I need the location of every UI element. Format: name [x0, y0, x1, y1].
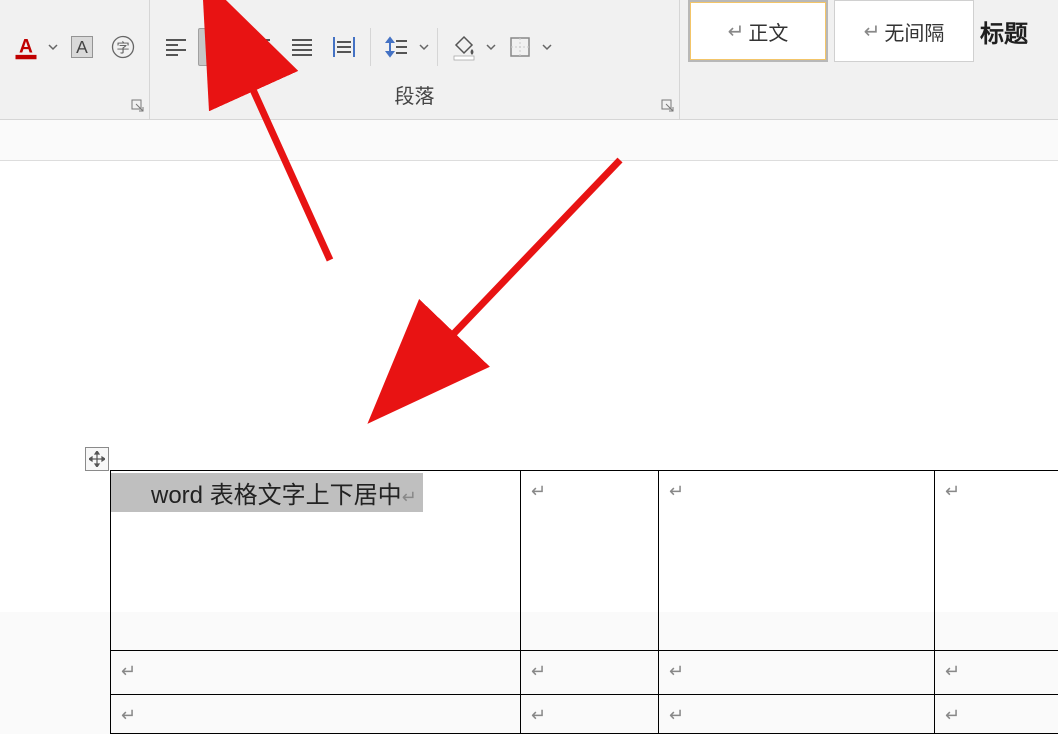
table-cell[interactable]: ↵: [935, 651, 1058, 695]
paragraph-group-launcher[interactable]: [661, 99, 675, 113]
line-spacing-split[interactable]: [377, 28, 431, 66]
table-cell[interactable]: ↵: [111, 651, 521, 695]
document-area: word 表格文字上下居中↵ ↵ ↵ ↵ ↵ ↵ ↵ ↵ ↵ ↵ ↵ ↵: [0, 120, 1058, 612]
style-normal-label: 正文: [748, 17, 788, 46]
paragraph-group: 段落: [150, 0, 680, 119]
paragraph-mark-icon: ↵: [531, 481, 546, 502]
table-row: ↵ ↵ ↵ ↵: [111, 695, 1058, 734]
style-no-spacing[interactable]: ↵ 无间隔: [834, 0, 974, 62]
move-icon: [89, 451, 105, 467]
text-highlight-button[interactable]: A: [62, 28, 102, 66]
style-normal[interactable]: ↵ 正文: [688, 0, 828, 62]
enclose-characters-button[interactable]: 字: [104, 28, 144, 66]
align-left-button[interactable]: [156, 28, 196, 66]
enclose-char-label: 字: [117, 40, 130, 55]
table-cell[interactable]: ↵: [659, 471, 935, 651]
font-color-letter: A: [19, 36, 33, 57]
paragraph-mark-icon: ↵: [531, 705, 546, 726]
table-cell[interactable]: word 表格文字上下居中↵: [111, 471, 521, 651]
paragraph-mark-icon: ↵: [669, 481, 684, 502]
borders-button[interactable]: [500, 28, 540, 66]
font-color-dropdown[interactable]: [46, 42, 60, 52]
table-cell[interactable]: ↵: [935, 471, 1058, 651]
align-distributed-button[interactable]: [324, 28, 364, 66]
ribbon-toolbar: A A 字: [0, 0, 1058, 120]
document-table[interactable]: word 表格文字上下居中↵ ↵ ↵ ↵ ↵ ↵ ↵ ↵ ↵ ↵ ↵ ↵: [110, 470, 1058, 734]
table-row: word 表格文字上下居中↵ ↵ ↵ ↵: [111, 471, 1058, 651]
selected-cell-text[interactable]: word 表格文字上下居中↵: [111, 473, 423, 512]
shading-split[interactable]: [444, 28, 498, 66]
paragraph-mark-icon: ↵: [864, 19, 881, 44]
shading-dropdown[interactable]: [484, 42, 498, 52]
table-cell[interactable]: ↵: [521, 695, 659, 734]
shading-button[interactable]: [444, 28, 484, 66]
font-color-button[interactable]: A: [6, 28, 46, 66]
style-heading1[interactable]: 标题: [980, 0, 1030, 62]
paragraph-mark-icon: ↵: [669, 705, 684, 726]
align-right-button[interactable]: [240, 28, 280, 66]
font-color-split[interactable]: A: [6, 28, 60, 66]
style-heading1-label: 标题: [980, 14, 1028, 49]
line-spacing-button[interactable]: [377, 28, 417, 66]
paragraph-mark-icon: ↵: [402, 487, 417, 508]
separator: [370, 28, 371, 66]
style-no-spacing-label: 无间隔: [884, 17, 944, 46]
font-group: A A 字: [0, 0, 150, 119]
align-justify-button[interactable]: [282, 28, 322, 66]
borders-split[interactable]: [500, 28, 554, 66]
paragraph-mark-icon: ↵: [945, 481, 960, 502]
paragraph-mark-icon: ↵: [945, 705, 960, 726]
font-group-launcher[interactable]: [131, 99, 145, 113]
table-cell[interactable]: ↵: [111, 695, 521, 734]
align-center-button[interactable]: [198, 28, 238, 66]
table-cell[interactable]: ↵: [935, 695, 1058, 734]
highlight-letter: A: [76, 37, 88, 57]
paragraph-mark-icon: ↵: [531, 661, 546, 682]
paragraph-mark-icon: ↵: [669, 661, 684, 682]
paragraph-mark-icon: ↵: [121, 661, 136, 682]
paragraph-mark-icon: ↵: [121, 705, 136, 726]
paragraph-group-label: 段落: [150, 87, 679, 119]
styles-gallery: ↵ 正文 ↵ 无间隔 标题: [680, 0, 1038, 64]
paragraph-mark-icon: ↵: [728, 19, 745, 44]
line-spacing-dropdown[interactable]: [417, 42, 431, 52]
table-cell[interactable]: ↵: [659, 695, 935, 734]
separator: [437, 28, 438, 66]
table-cell[interactable]: ↵: [521, 471, 659, 651]
font-group-label: [0, 87, 149, 119]
borders-dropdown[interactable]: [540, 42, 554, 52]
table-move-handle[interactable]: [85, 447, 109, 471]
paragraph-mark-icon: ↵: [945, 661, 960, 682]
table-row: ↵ ↵ ↵ ↵: [111, 651, 1058, 695]
table-cell[interactable]: ↵: [659, 651, 935, 695]
table-cell[interactable]: ↵: [521, 651, 659, 695]
